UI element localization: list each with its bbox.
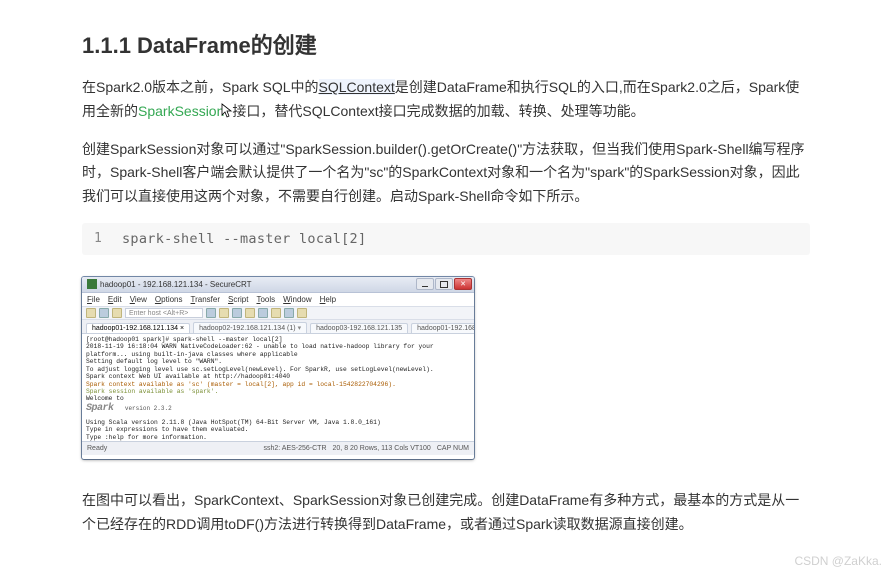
paragraph-1: 在Spark2.0版本之前，Spark SQL中的SQLContext是创建Da…	[82, 76, 810, 124]
menu-help[interactable]: Help	[320, 295, 336, 304]
securecrt-window: hadoop01 - 192.168.121.134 - SecureCRT F…	[82, 277, 474, 459]
menu-edit[interactable]: Edit	[108, 295, 122, 304]
status-position: 20, 8 20 Rows, 113 Cols VT100	[333, 445, 431, 452]
status-caps: CAP NUM	[437, 445, 469, 452]
terminal-line: To adjust logging level use sc.setLogLev…	[86, 366, 470, 373]
toolbar-icon[interactable]	[297, 308, 307, 318]
toolbar-icon[interactable]	[232, 308, 242, 318]
tab-item[interactable]: hadoop02-192.168.121.134 (1)▾	[193, 322, 307, 333]
p1-seg3: 接口，替代SQLContext接口完成数据的加载、转换、处理等功能。	[232, 103, 644, 119]
menu-view[interactable]: View	[130, 295, 147, 304]
terminal-line-highlight: Spark context available as 'sc' (master …	[86, 381, 470, 388]
p1-sqlcontext: SQLContext	[319, 79, 395, 95]
chevron-down-icon: ▾	[298, 325, 302, 332]
menu-tools[interactable]: Tools	[256, 295, 275, 304]
menu-bar: File Edit View Options Transfer Script T…	[82, 293, 474, 307]
spark-version: version 2.3.2	[125, 405, 172, 412]
terminal-line: Welcome to	[86, 395, 470, 402]
toolbar-icon[interactable]	[284, 308, 294, 318]
tab-active[interactable]: hadoop01-192.168.121.134 ×	[86, 323, 190, 333]
tab-item[interactable]: hadoop01-192.168.121.136	[411, 323, 474, 333]
app-icon	[87, 279, 97, 289]
terminal-line: Setting default log level to "WARN".	[86, 358, 470, 365]
toolbar: Enter host <Alt+R>	[82, 307, 474, 320]
window-title: hadoop01 - 192.168.121.134 - SecureCRT	[100, 280, 252, 289]
status-bar: Ready ssh2: AES-256-CTR 20, 8 20 Rows, 1…	[82, 441, 474, 455]
terminal-line: [root@hadoop01 spark]# spark-shell --mas…	[86, 336, 470, 343]
menu-options[interactable]: Options	[155, 295, 183, 304]
menu-script[interactable]: Script	[228, 295, 248, 304]
paragraph-3: 在图中可以看出，SparkContext、SparkSession对象已创建完成…	[82, 489, 810, 537]
status-ready: Ready	[87, 445, 147, 452]
p1-seg1: 在Spark2.0版本之前，Spark SQL中的	[82, 79, 319, 95]
terminal-line-highlight: Spark session available as 'spark'.	[86, 388, 470, 395]
terminal-line: Type in expressions to have them evaluat…	[86, 426, 470, 433]
status-encryption: ssh2: AES-256-CTR	[263, 445, 326, 452]
toolbar-icon[interactable]	[258, 308, 268, 318]
toolbar-icon[interactable]	[86, 308, 96, 318]
menu-transfer[interactable]: Transfer	[191, 295, 221, 304]
terminal-line: Using Scala version 2.11.8 (Java HotSpot…	[86, 419, 470, 426]
sparksession-link[interactable]: SparkSession	[138, 103, 224, 119]
menu-window[interactable]: Window	[283, 295, 311, 304]
close-button[interactable]	[454, 278, 472, 290]
mouse-cursor-icon	[220, 103, 234, 119]
toolbar-icon[interactable]	[219, 308, 229, 318]
host-input[interactable]: Enter host <Alt+R>	[125, 308, 203, 318]
toolbar-icon[interactable]	[206, 308, 216, 318]
section-heading: 1.1.1 DataFrame的创建	[82, 28, 810, 60]
tab-bar: hadoop01-192.168.121.134 × hadoop02-192.…	[82, 320, 474, 334]
toolbar-icon[interactable]	[245, 308, 255, 318]
toolbar-icon[interactable]	[271, 308, 281, 318]
menu-file[interactable]: File	[87, 295, 100, 304]
code-line-number: 1	[94, 231, 112, 247]
minimize-button[interactable]	[416, 278, 434, 290]
terminal-line: Spark context Web UI available at http:/…	[86, 373, 470, 380]
toolbar-icon[interactable]	[112, 308, 122, 318]
window-titlebar: hadoop01 - 192.168.121.134 - SecureCRT	[82, 277, 474, 293]
watermark-text: CSDN @ZaKka.	[794, 554, 882, 568]
terminal-line: Type :help for more information.	[86, 434, 470, 441]
tab-item[interactable]: hadoop03-192.168.121.135	[310, 323, 408, 333]
spark-logo-ascii: Spark	[86, 405, 114, 413]
toolbar-icon[interactable]	[99, 308, 109, 318]
maximize-button[interactable]	[435, 278, 453, 290]
terminal-line: 2018-11-19 16:18:04 WARN NativeCodeLoade…	[86, 343, 470, 358]
code-text: spark-shell --master local[2]	[112, 231, 366, 247]
paragraph-2: 创建SparkSession对象可以通过"SparkSession.builde…	[82, 138, 810, 209]
terminal-body[interactable]: [root@hadoop01 spark]# spark-shell --mas…	[82, 334, 474, 441]
code-block: 1 spark-shell --master local[2]	[82, 223, 810, 255]
